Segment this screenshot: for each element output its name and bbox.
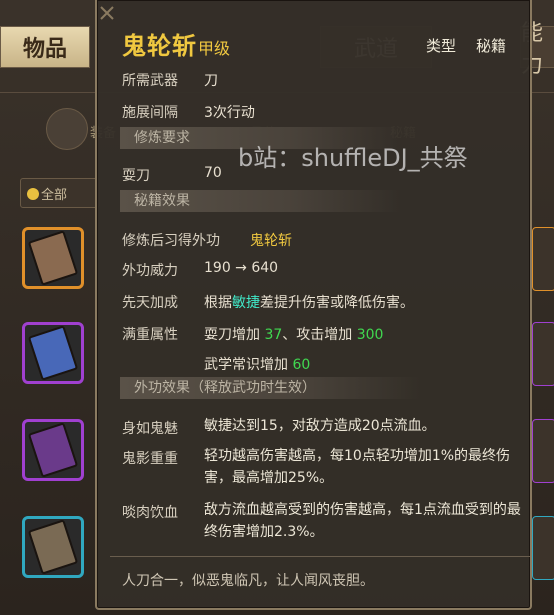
req-skill-label: 耍刀 — [122, 168, 150, 184]
full-stat-text: 、攻击增加 — [282, 327, 357, 343]
item-slot[interactable] — [532, 516, 554, 580]
tooltip-corner-icon — [100, 6, 114, 20]
effect-2-label: 鬼影重重 — [122, 451, 178, 467]
innate-stat: 敏捷 — [232, 295, 260, 311]
effect-1-label: 身如鬼魅 — [122, 421, 178, 437]
tab-items[interactable]: 物品 — [0, 26, 90, 68]
book-icon — [27, 230, 79, 286]
full-label: 满重属性 — [122, 327, 178, 343]
item-slot[interactable] — [22, 419, 84, 481]
watermark: b站：shuffleDJ_共祭 — [238, 144, 468, 172]
req-skill-value: 70 — [204, 165, 222, 181]
full-stat-value: 37 — [264, 327, 283, 343]
innate-suffix: 差提升伤害或降低伤害。 — [260, 295, 414, 311]
effect-2-text: 轻功越高伤害越高，每10点轻功增加1%的最终伤害，最高增加25%。 — [204, 448, 511, 486]
book-icon — [27, 519, 79, 575]
full-line-2: 武学常识增加 60 — [204, 354, 310, 374]
flavor-text: 人刀合一，似恶鬼临凡，让人闻风丧胆。 — [122, 573, 374, 589]
item-slot[interactable] — [22, 227, 84, 289]
innate-label: 先天加成 — [122, 295, 178, 311]
item-slot[interactable] — [22, 516, 84, 578]
effect-3-label: 啖肉饮血 — [122, 505, 178, 521]
category-equipment-icon[interactable] — [46, 108, 88, 150]
weapon-label: 所需武器 — [122, 73, 178, 89]
full-line-1: 耍刀增加 37、攻击增加 300 — [204, 324, 383, 344]
item-slot[interactable] — [22, 322, 84, 384]
full-stat-value: 60 — [292, 357, 311, 373]
full-stat-value: 300 — [356, 327, 384, 343]
item-slot[interactable] — [532, 419, 554, 483]
filter-label: 全部 — [41, 187, 68, 203]
innate-prefix: 根据 — [204, 295, 232, 311]
learn-label: 修炼后习得外功 — [122, 233, 220, 249]
full-stat-text: 耍刀增加 — [204, 327, 265, 343]
interval-label: 施展间隔 — [122, 105, 178, 121]
book-icon — [27, 422, 79, 478]
effect-1-text: 敏捷达到15，对敌方造成20点流血。 — [204, 418, 436, 434]
item-title: 鬼轮斩 — [122, 32, 197, 60]
learn-value: 鬼轮斩 — [250, 233, 292, 249]
divider — [110, 556, 530, 557]
item-slot[interactable] — [532, 322, 554, 386]
item-type-label: 类型 — [426, 37, 457, 55]
effect-3-text: 敌方流血越高受到的伤害越高，每1点流血受到的最终伤害增加2.3%。 — [204, 502, 521, 540]
filter-dot-icon — [27, 188, 39, 200]
section-external: 外功效果（释放武功时生效） — [120, 377, 420, 399]
item-grade: 甲级 — [198, 39, 231, 58]
filter-all-button[interactable]: 全部 — [20, 178, 100, 208]
weapon-value: 刀 — [204, 73, 218, 89]
book-icon — [27, 325, 79, 381]
item-slot[interactable] — [532, 227, 554, 291]
power-label: 外功威力 — [122, 263, 178, 279]
power-value: 190 → 640 — [204, 260, 279, 276]
innate-text: 根据敏捷差提升伤害或降低伤害。 — [204, 292, 414, 312]
item-type-value: 秘籍 — [476, 37, 507, 55]
interval-value: 3次行动 — [204, 105, 255, 121]
section-effects: 秘籍效果 — [120, 190, 400, 212]
full-stat-text: 武学常识增加 — [204, 357, 293, 373]
